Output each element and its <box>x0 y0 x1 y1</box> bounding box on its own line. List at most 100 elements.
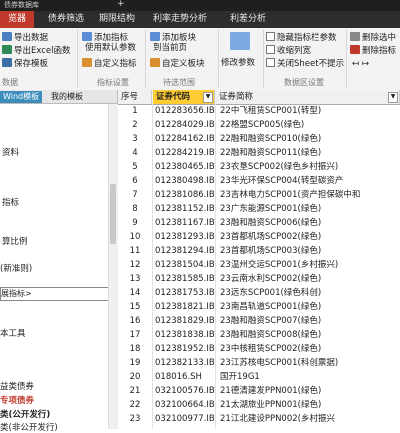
name-cell[interactable]: 21太湖旅业PPN001(绿色) <box>220 399 321 411</box>
modify-params-button[interactable]: 修改参数 <box>221 58 255 69</box>
seq-cell[interactable]: 17 <box>118 329 152 341</box>
table-row[interactable]: 12 012381504.IB 23温州交运SCP001(乡村振兴) <box>118 259 400 271</box>
tree-item[interactable]: 类(公开发行) <box>0 408 50 420</box>
table-row[interactable]: 23 032100977.IB 21江北建设PPN002(乡村振兴 <box>118 413 400 425</box>
seq-cell[interactable]: 19 <box>118 357 152 369</box>
name-cell[interactable]: 国开19G1 <box>220 371 260 383</box>
name-cell[interactable]: 21德清建发PPN001(绿色) <box>220 385 321 397</box>
tree-item[interactable]: 类(非公开发行) <box>0 421 58 433</box>
seq-cell[interactable]: 2 <box>118 119 152 131</box>
table-row[interactable]: 18 012381952.IB 23中核租赁SCP002(绿色) <box>118 343 400 355</box>
save-template-button[interactable]: 保存模板 <box>2 58 48 70</box>
name-cell[interactable]: 23中核租赁SCP002(绿色) <box>220 343 321 355</box>
seq-cell[interactable]: 11 <box>118 245 152 257</box>
code-cell[interactable]: 012381952.IB <box>155 343 215 355</box>
tree-item[interactable]: 益类债券 <box>0 380 34 392</box>
table-row[interactable]: 14 012381753.IB 23远东SCP001(绿色科创) <box>118 287 400 299</box>
new-tab-icon[interactable]: + <box>117 0 125 9</box>
delete-selected-button[interactable]: 删除选中 <box>350 32 396 44</box>
name-cell[interactable]: 23南昌轨道SCP001(绿色) <box>220 301 321 313</box>
custom-indicator-button[interactable]: 自定义指标 <box>82 58 137 70</box>
table-row[interactable]: 4 012284219.IB 22融和融资SCP011(绿色) <box>118 147 400 159</box>
menu-bond-filter[interactable]: 债券筛选 <box>40 11 92 28</box>
code-cell[interactable]: 012380465.IB <box>155 161 215 173</box>
seq-cell[interactable]: 9 <box>118 217 152 229</box>
name-cell[interactable]: 23农垦SCP002(绿色乡村振兴) <box>220 161 338 173</box>
seq-cell[interactable]: 1 <box>118 105 152 117</box>
table-row[interactable]: 15 012381821.IB 23南昌轨道SCP001(绿色) <box>118 301 400 313</box>
panel-scrollbar[interactable] <box>108 104 118 429</box>
code-cell[interactable]: 012381294.IB <box>155 245 215 257</box>
table-row[interactable]: 17 012381838.IB 23融和融资SCP008(绿色) <box>118 329 400 341</box>
tree-item[interactable]: 资料 <box>2 146 19 158</box>
name-cell[interactable]: 23首都机场SCP003(绿色) <box>220 245 321 257</box>
table-row[interactable]: 2 012284029.IB 22格盟SCP005(绿色) <box>118 119 400 131</box>
name-cell[interactable]: 23云南水利SCP002(绿色) <box>220 273 321 285</box>
hide-bar-checkbox[interactable]: 隐藏指标栏参数 <box>266 32 337 44</box>
name-cell[interactable]: 23广东能源SCP001(绿色) <box>220 203 321 215</box>
table-row[interactable]: 1 012283656.IB 22中飞租赁SCP001(转型) <box>118 105 400 117</box>
move-arrows-icon[interactable]: ↤ ↦ <box>352 59 369 70</box>
tree-item[interactable]: 指标 <box>2 196 19 208</box>
collapse-cols-checkbox[interactable]: 收缩列宽 <box>266 45 311 57</box>
export-excel-button[interactable]: 导出Excel函数 <box>2 45 71 57</box>
code-cell[interactable]: 018016.SH <box>155 371 202 383</box>
name-cell[interactable]: 22融和融资SCP011(绿色) <box>220 147 321 159</box>
seq-cell[interactable]: 18 <box>118 343 152 355</box>
name-cell[interactable]: 23融和融资SCP008(绿色) <box>220 329 321 341</box>
scroll-thumb[interactable] <box>110 184 116 244</box>
name-cell[interactable]: 22中飞租赁SCP001(转型) <box>220 105 321 117</box>
seq-cell[interactable]: 12 <box>118 259 152 271</box>
tree-item[interactable]: (新准则) <box>0 262 32 274</box>
code-cell[interactable]: 012284219.IB <box>155 147 215 159</box>
code-cell[interactable]: 012381753.IB <box>155 287 215 299</box>
custom-board-button[interactable]: 自定义板块 <box>150 58 205 70</box>
filter-dropdown-icon[interactable]: ▼ <box>388 92 398 103</box>
tree-item[interactable]: 本工具 <box>0 327 26 339</box>
code-cell[interactable]: 012382133.IB <box>155 357 215 369</box>
table-row[interactable]: 11 012381294.IB 23首都机场SCP003(绿色) <box>118 245 400 257</box>
code-header[interactable]: 证券代码 ▼ <box>153 90 215 104</box>
table-row[interactable]: 5 012380465.IB 23农垦SCP002(绿色乡村振兴) <box>118 161 400 173</box>
code-cell[interactable]: 012381504.IB <box>155 259 215 271</box>
code-cell[interactable]: 032100664.IB <box>155 399 215 411</box>
name-cell[interactable]: 23首都机场SCP002(绿色) <box>220 231 321 243</box>
table-row[interactable]: 13 012381585.IB 23云南水利SCP002(绿色) <box>118 273 400 285</box>
code-cell[interactable]: 012380498.IB <box>155 175 215 187</box>
code-cell[interactable]: 012381086.IB <box>155 189 215 201</box>
name-cell[interactable]: 23吉林电力SCP001(资产担保碳中和 <box>220 189 360 201</box>
code-cell[interactable]: 012381829.IB <box>155 315 215 327</box>
code-cell[interactable]: 012381167.IB <box>155 217 215 229</box>
table-row[interactable]: 8 012381152.IB 23广东能源SCP001(绿色) <box>118 203 400 215</box>
modify-params-icon[interactable] <box>222 32 258 54</box>
name-cell[interactable]: 23江苏核电SCP001(科创票据) <box>220 357 338 369</box>
code-cell[interactable]: 012284162.IB <box>155 133 215 145</box>
close-sheet-checkbox[interactable]: 关闭Sheet不提示 <box>266 58 344 70</box>
table-row[interactable]: 7 012381086.IB 23吉林电力SCP001(资产担保碳中和 <box>118 189 400 201</box>
to-current-page-button[interactable]: 到当前页 <box>153 43 187 54</box>
code-cell[interactable]: 012381293.IB <box>155 231 215 243</box>
seq-cell[interactable]: 8 <box>118 203 152 215</box>
code-cell[interactable]: 012381838.IB <box>155 329 215 341</box>
table-row[interactable]: 19 012382133.IB 23江苏核电SCP001(科创票据) <box>118 357 400 369</box>
table-row[interactable]: 16 012381829.IB 23融和融资SCP007(绿色) <box>118 315 400 327</box>
name-cell[interactable]: 23华光环保SCP004(转型碳资产 <box>220 175 343 187</box>
code-cell[interactable]: 032100576.IB <box>155 385 215 397</box>
table-row[interactable]: 6 012380498.IB 23华光环保SCP004(转型碳资产 <box>118 175 400 187</box>
name-header[interactable]: 证券简称 ▼ <box>216 90 400 104</box>
seq-cell[interactable]: 10 <box>118 231 152 243</box>
code-cell[interactable]: 012284029.IB <box>155 119 215 131</box>
seq-cell[interactable]: 14 <box>118 287 152 299</box>
table-row[interactable]: 20 018016.SH 国开19G1 <box>118 371 400 383</box>
code-cell[interactable]: 032100977.IB <box>155 413 215 425</box>
tree-item[interactable]: 算比例 <box>2 235 28 247</box>
indicator-box[interactable]: 展指标> <box>0 287 110 301</box>
seq-cell[interactable]: 21 <box>118 385 152 397</box>
seq-cell[interactable]: 3 <box>118 133 152 145</box>
name-cell[interactable]: 23远东SCP001(绿色科创) <box>220 287 321 299</box>
name-cell[interactable]: 21江北建设PPN002(乡村振兴 <box>220 413 335 425</box>
tab-my-template[interactable]: 我的模板 <box>48 91 86 103</box>
tree-item[interactable]: 专项债券 <box>0 394 34 406</box>
code-cell[interactable]: 012381152.IB <box>155 203 215 215</box>
menu-rate-trend[interactable]: 利率走势分析 <box>145 11 215 28</box>
